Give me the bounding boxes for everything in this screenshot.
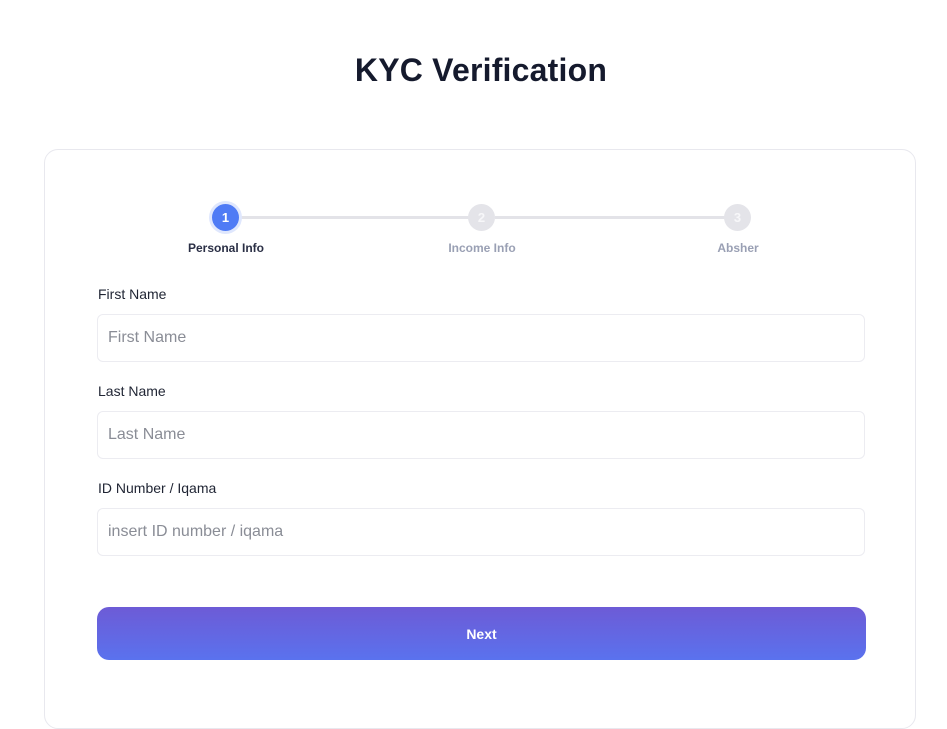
progress-stepper: 1 2 3 Personal Info Income Info Absher <box>45 150 917 270</box>
step-2-indicator: 2 <box>468 204 495 231</box>
step-3-label: Absher <box>717 241 759 255</box>
page-title: KYC Verification <box>354 52 608 88</box>
first-name-label: First Name <box>98 286 167 302</box>
step-3-indicator: 3 <box>724 204 751 231</box>
last-name-input[interactable] <box>97 411 865 459</box>
step-2-label: Income Info <box>448 241 516 255</box>
first-name-input[interactable] <box>97 314 865 362</box>
id-number-input[interactable] <box>97 508 865 556</box>
last-name-label: Last Name <box>98 383 166 399</box>
step-1-label: Personal Info <box>187 241 264 255</box>
id-number-label: ID Number / Iqama <box>98 480 217 496</box>
kyc-form-card: 1 2 3 Personal Info Income Info Absher F… <box>44 149 916 729</box>
step-1-indicator: 1 <box>212 204 239 231</box>
next-button[interactable]: Next <box>97 607 866 660</box>
stepper-connector-1 <box>239 216 481 219</box>
stepper-connector-2 <box>495 216 737 219</box>
